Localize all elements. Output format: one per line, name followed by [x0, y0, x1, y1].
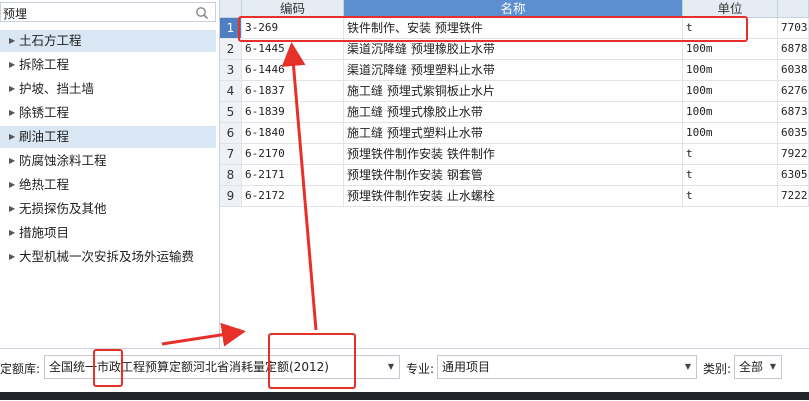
annotation-arrows	[161, 42, 318, 347]
arrow-right-to-library	[161, 322, 246, 347]
arrow-up-to-first-row	[281, 42, 318, 331]
